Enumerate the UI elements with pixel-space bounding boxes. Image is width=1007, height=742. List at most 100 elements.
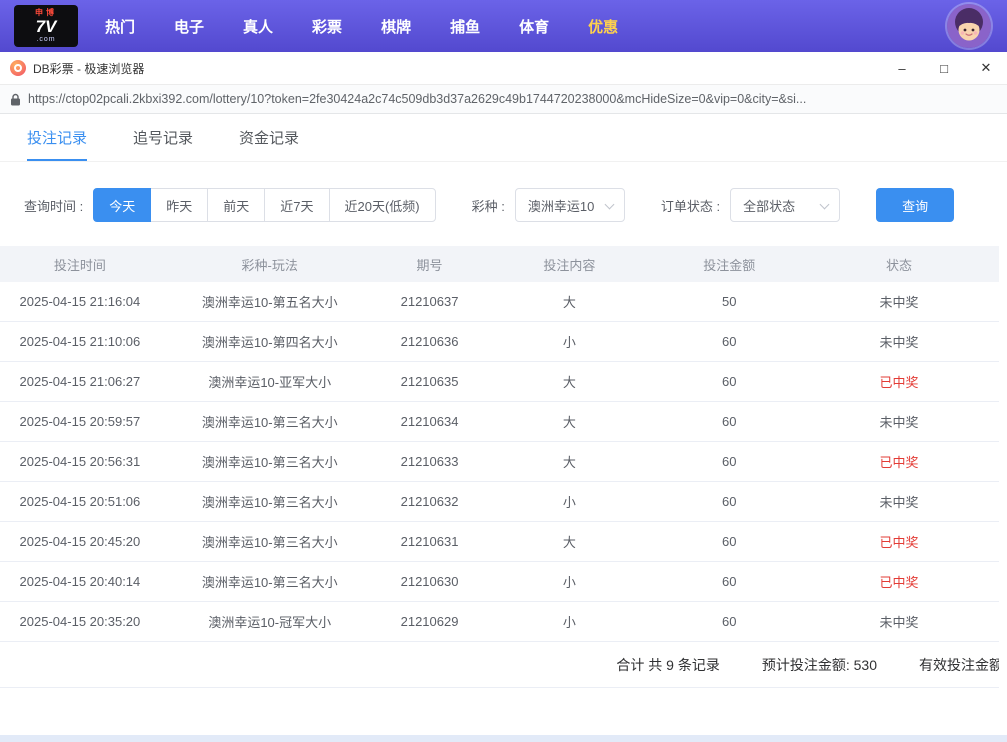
table-row: 2025-04-15 20:59:57 澳洲幸运10-第三名大小 2121063… <box>0 402 999 442</box>
cell-status: 已中奖 <box>799 532 999 551</box>
cell-game-playtype: 澳洲幸运10-第三名大小 <box>160 572 380 591</box>
cell-bet-time: 2025-04-15 20:40:14 <box>0 574 160 589</box>
tab-bet-records[interactable]: 投注记录 <box>27 114 87 161</box>
cell-bet-content: 小 <box>479 492 659 511</box>
col-header-amount: 投注金额 <box>659 255 799 274</box>
browser-app-icon <box>10 60 26 76</box>
cell-bet-amount: 60 <box>659 374 799 389</box>
summary-total: 合计 共 9 条记录 <box>616 655 719 675</box>
cell-bet-content: 小 <box>479 332 659 351</box>
nav-item[interactable]: 彩票 <box>312 16 342 37</box>
cell-issue-number: 21210633 <box>380 454 480 469</box>
bet-records-table: 投注时间 彩种-玩法 期号 投注内容 投注金额 状态 2025-04-15 21… <box>0 246 999 688</box>
cell-bet-content: 小 <box>479 612 659 631</box>
time-option-button[interactable]: 近20天(低频) <box>329 188 436 222</box>
table-row: 2025-04-15 20:35:20 澳洲幸运10-冠军大小 21210629… <box>0 602 999 642</box>
url-text[interactable]: https://ctop02pcali.2kbxi392.com/lottery… <box>28 92 997 106</box>
cell-bet-amount: 50 <box>659 294 799 309</box>
cell-bet-amount: 60 <box>659 494 799 509</box>
cell-bet-amount: 60 <box>659 534 799 549</box>
cell-bet-amount: 60 <box>659 614 799 629</box>
maximize-button[interactable]: □ <box>923 52 965 84</box>
cell-game-playtype: 澳洲幸运10-冠军大小 <box>160 612 380 631</box>
time-filter-label: 查询时间 : <box>24 196 83 215</box>
cell-status: 未中奖 <box>799 292 999 311</box>
cell-bet-time: 2025-04-15 20:45:20 <box>0 534 160 549</box>
lock-icon[interactable] <box>10 93 21 106</box>
nav-item[interactable]: 棋牌 <box>381 16 411 37</box>
nav-item[interactable]: 热门 <box>105 16 135 37</box>
tab-fund-records[interactable]: 资金记录 <box>239 114 299 161</box>
table-row: 2025-04-15 20:45:20 澳洲幸运10-第三名大小 2121063… <box>0 522 999 562</box>
cell-bet-content: 大 <box>479 452 659 471</box>
table-row: 2025-04-15 20:40:14 澳洲幸运10-第三名大小 2121063… <box>0 562 999 602</box>
cell-status: 未中奖 <box>799 332 999 351</box>
cell-issue-number: 21210631 <box>380 534 480 549</box>
cell-issue-number: 21210629 <box>380 614 480 629</box>
lottery-filter-label: 彩种 : <box>472 196 505 215</box>
cell-game-playtype: 澳洲幸运10-第五名大小 <box>160 292 380 311</box>
window-title: DB彩票 - 极速浏览器 <box>33 60 144 77</box>
cell-bet-time: 2025-04-15 21:10:06 <box>0 334 160 349</box>
time-option-button[interactable]: 昨天 <box>150 188 208 222</box>
cell-bet-content: 小 <box>479 572 659 591</box>
window-controls: – □ ✕ <box>881 52 1007 84</box>
status-filter-label: 订单状态 : <box>661 196 720 215</box>
summary-row: 合计 共 9 条记录 预计投注金额: 530 有效投注金额 <box>0 642 999 688</box>
chevron-down-icon <box>820 200 830 210</box>
table-row: 2025-04-15 20:56:31 澳洲幸运10-第三名大小 2121063… <box>0 442 999 482</box>
record-tabs: 投注记录 追号记录 资金记录 <box>0 114 1007 162</box>
time-option-button[interactable]: 近7天 <box>264 188 329 222</box>
site-logo[interactable]: 申博 7V .com <box>14 5 78 47</box>
user-avatar[interactable] <box>947 4 991 48</box>
cell-game-playtype: 澳洲幸运10-第三名大小 <box>160 452 380 471</box>
cell-game-playtype: 澳洲幸运10-第三名大小 <box>160 532 380 551</box>
status-select-value: 全部状态 <box>743 196 795 215</box>
cell-issue-number: 21210637 <box>380 294 480 309</box>
col-header-issue: 期号 <box>380 255 480 274</box>
table-row: 2025-04-15 21:06:27 澳洲幸运10-亚军大小 21210635… <box>0 362 999 402</box>
cell-bet-content: 大 <box>479 412 659 431</box>
table-body: 2025-04-15 21:16:04 澳洲幸运10-第五名大小 2121063… <box>0 282 999 642</box>
nav-item[interactable]: 优惠 <box>588 16 618 37</box>
cell-status: 未中奖 <box>799 412 999 431</box>
main-nav: 热门 电子 真人 彩票 棋牌 捕鱼 体育 优惠 <box>105 16 618 37</box>
cell-issue-number: 21210635 <box>380 374 480 389</box>
table-row: 2025-04-15 21:16:04 澳洲幸运10-第五名大小 2121063… <box>0 282 999 322</box>
nav-item[interactable]: 真人 <box>243 16 273 37</box>
cell-status: 已中奖 <box>799 372 999 391</box>
close-button[interactable]: ✕ <box>965 52 1007 84</box>
cell-game-playtype: 澳洲幸运10-第三名大小 <box>160 412 380 431</box>
cell-status: 已中奖 <box>799 452 999 471</box>
search-button[interactable]: 查询 <box>876 188 954 222</box>
lottery-select[interactable]: 澳洲幸运10 <box>515 188 625 222</box>
cell-issue-number: 21210636 <box>380 334 480 349</box>
status-select[interactable]: 全部状态 <box>730 188 840 222</box>
site-top-nav: 申博 7V .com 热门 电子 真人 彩票 棋牌 捕鱼 体育 优惠 <box>0 0 1007 52</box>
time-option-button[interactable]: 前天 <box>207 188 265 222</box>
minimize-button[interactable]: – <box>881 52 923 84</box>
time-option-button[interactable]: 今天 <box>93 188 151 222</box>
tab-chase-records[interactable]: 追号记录 <box>133 114 193 161</box>
logo-brand-suffix: .com <box>36 36 55 43</box>
bottom-strip <box>0 735 1007 742</box>
logo-brand-top: 申博 <box>35 9 57 17</box>
app-window: 申博 7V .com 热门 电子 真人 彩票 棋牌 捕鱼 体育 优惠 DB彩票 - 极速浏览器… <box>0 0 1007 742</box>
cell-bet-time: 2025-04-15 20:51:06 <box>0 494 160 509</box>
nav-item[interactable]: 电子 <box>174 16 204 37</box>
cell-bet-time: 2025-04-15 20:59:57 <box>0 414 160 429</box>
cell-bet-amount: 60 <box>659 454 799 469</box>
cell-bet-amount: 60 <box>659 334 799 349</box>
cell-status: 未中奖 <box>799 612 999 631</box>
nav-item[interactable]: 体育 <box>519 16 549 37</box>
cell-bet-time: 2025-04-15 21:16:04 <box>0 294 160 309</box>
logo-brand-main: 7V <box>36 18 57 35</box>
chevron-down-icon <box>604 200 614 210</box>
lottery-select-value: 澳洲幸运10 <box>528 196 594 215</box>
cell-bet-content: 大 <box>479 532 659 551</box>
nav-item[interactable]: 捕鱼 <box>450 16 480 37</box>
cell-game-playtype: 澳洲幸运10-亚军大小 <box>160 372 380 391</box>
cell-bet-time: 2025-04-15 21:06:27 <box>0 374 160 389</box>
avatar-illustration <box>947 4 991 48</box>
cell-bet-amount: 60 <box>659 574 799 589</box>
